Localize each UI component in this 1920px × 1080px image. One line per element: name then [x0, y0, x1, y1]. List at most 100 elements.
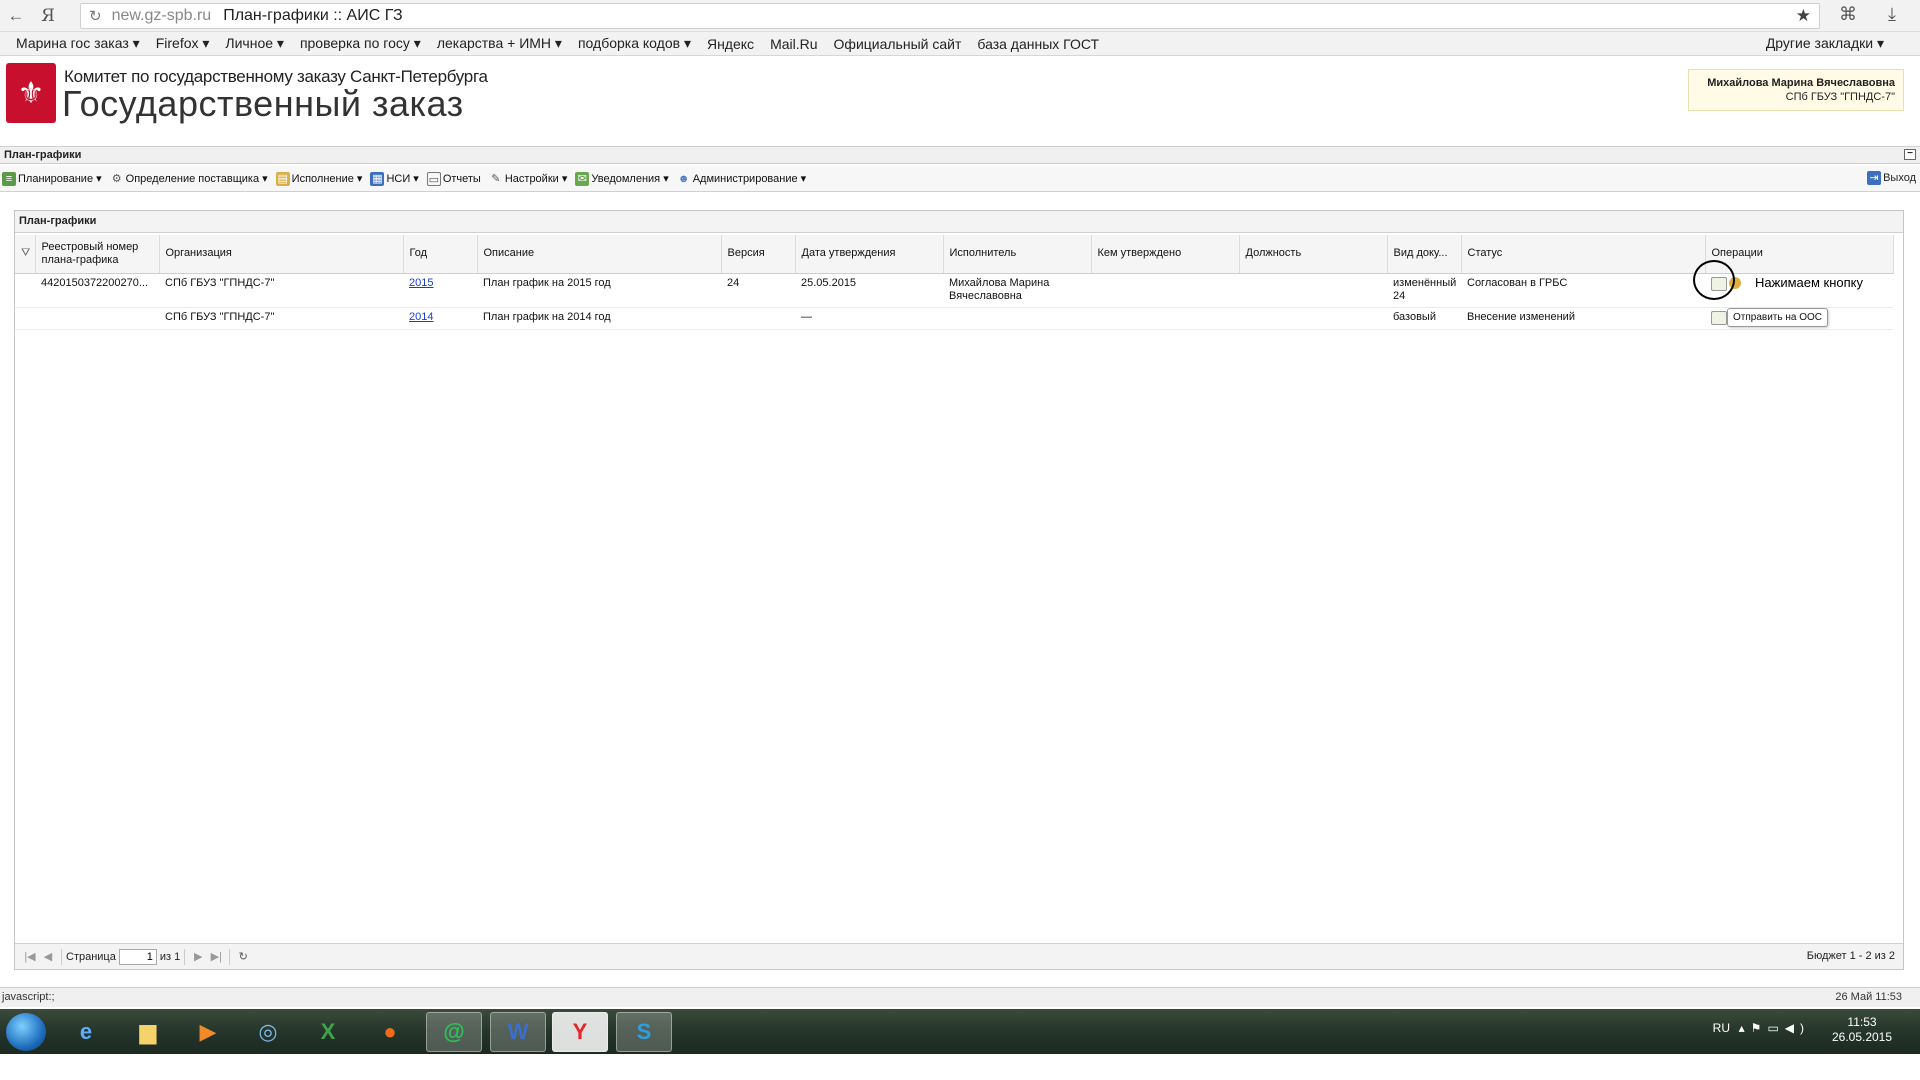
menu-settings[interactable]: ✎ Настройки ▾ — [489, 172, 567, 186]
first-page-icon[interactable]: |◀ — [21, 948, 39, 966]
address-bar[interactable]: ↻ new.gz-spb.ru План-графики :: АИС ГЗ ★ — [80, 3, 1820, 29]
col-header[interactable]: Статус — [1461, 235, 1706, 274]
page-input[interactable] — [118, 948, 157, 965]
menu-reports[interactable]: ▭ Отчеты — [426, 171, 481, 186]
cell-doc-type: изменённый 24 — [1387, 273, 1461, 308]
menu-supplier[interactable]: ⚙ Определение поставщика ▾ — [110, 172, 268, 186]
cell-desc: План график на 2015 год — [477, 273, 721, 308]
spb-coat-of-arms-logo: ⚜ — [6, 63, 56, 123]
bookmark-item[interactable]: лекарства + ИМН ▾ — [437, 35, 562, 52]
cell-position — [1239, 273, 1387, 308]
bookmark-item[interactable]: Личное ▾ — [225, 35, 284, 52]
col-header[interactable]: Исполнитель — [943, 235, 1092, 274]
clock[interactable]: 11:53 26.05.2015 — [1822, 1015, 1902, 1045]
explorer-icon[interactable]: ▆ — [120, 1012, 176, 1052]
col-header[interactable]: Реестровый номер плана-графика — [35, 235, 160, 274]
bookmark-item[interactable]: Firefox ▾ — [156, 35, 210, 52]
bookmark-item[interactable]: база данных ГОСТ — [977, 36, 1099, 52]
table-header-row: ⛛ Реестровый номер плана-графика Организ… — [15, 235, 1894, 274]
next-page-icon[interactable]: ▶ — [189, 948, 207, 966]
system-title: Государственный заказ — [62, 83, 464, 124]
panel-title: План-графики — [4, 149, 82, 161]
screen: ← Я ↻ new.gz-spb.ru План-графики :: АИС … — [0, 0, 1920, 1080]
logout-button[interactable]: ⇥ Выход — [1867, 171, 1916, 185]
yandex-browser-icon[interactable]: Y — [552, 1012, 608, 1052]
menu-admin[interactable]: ☻ Администрирование ▾ — [677, 172, 806, 186]
cell-executor — [943, 307, 1091, 330]
refresh-icon[interactable]: ↻ — [234, 948, 252, 966]
last-page-icon[interactable]: ▶| — [207, 948, 225, 966]
annotation-text: Нажимаем кнопку — [1755, 274, 1863, 290]
app-header: ⚜ Комитет по государственному заказу Сан… — [0, 57, 1920, 145]
menu-reference[interactable]: ▦ НСИ ▾ — [370, 171, 419, 186]
back-icon[interactable]: ← — [0, 0, 32, 32]
app-icon[interactable]: ◎ — [240, 1012, 296, 1052]
pager-info: Бюджет 1 - 2 из 2 — [1806, 950, 1895, 962]
bookmark-item[interactable]: проверка по госу ▾ — [300, 35, 421, 52]
table-row[interactable]: 4420150372200270... СПб ГБУЗ "ГПНДС-7" 2… — [15, 259, 1893, 308]
col-header[interactable]: Организация — [159, 235, 404, 274]
col-header[interactable]: Год — [403, 235, 478, 274]
col-header[interactable]: Версия — [721, 235, 796, 274]
cell-status: Согласован в ГРБС — [1461, 273, 1705, 308]
menu-planning[interactable]: ≡ Планирование ▾ — [2, 171, 102, 186]
notifications-icon: ✉ — [575, 171, 590, 186]
col-header[interactable]: Дата утверждения — [795, 235, 944, 274]
col-header[interactable]: Операции — [1705, 235, 1894, 274]
bookmark-item[interactable]: Марина гос заказ ▾ — [16, 35, 140, 52]
mail-agent-icon[interactable]: @ — [426, 1012, 482, 1052]
plan-schedules-grid-panel: План-графики ⛛ Реестровый номер плана-гр… — [14, 210, 1904, 970]
menu-notifications[interactable]: ✉ Уведомления ▾ — [575, 171, 669, 186]
bookmark-star-icon[interactable]: ★ — [1796, 6, 1811, 26]
cell-approved-by — [1091, 307, 1239, 330]
bookmark-item[interactable]: подборка кодов ▾ — [578, 35, 691, 52]
excel-icon[interactable]: X — [300, 1012, 356, 1052]
cell-date: 25.05.2015 — [795, 273, 943, 308]
word-icon[interactable]: W — [490, 1012, 546, 1052]
start-button-icon[interactable] — [6, 1013, 46, 1051]
cell-executor: Михайлова Марина Вячеславовна — [943, 273, 1091, 308]
address-page-title: План-графики :: АИС ГЗ — [223, 7, 403, 24]
prev-page-icon[interactable]: ◀ — [39, 948, 57, 966]
panel-title-bar: План-графики − — [0, 146, 1920, 164]
col-header[interactable]: Описание — [477, 235, 722, 274]
firefox-icon[interactable]: ● — [362, 1012, 418, 1052]
col-header[interactable]: Вид доку... — [1387, 235, 1462, 274]
cell-version: 24 — [721, 273, 795, 308]
cell-doc-type: базовый — [1387, 307, 1461, 330]
grid-title: План-графики — [15, 211, 1903, 233]
execution-icon: ▤ — [275, 171, 290, 186]
send-icon[interactable] — [1711, 310, 1727, 325]
filter-clear-icon[interactable]: ⛛ — [15, 235, 36, 274]
other-bookmarks[interactable]: Другие закладки ▾ — [1766, 35, 1884, 52]
user-info: Михайлова Марина Вячеславовна СПб ГБУЗ "… — [1688, 69, 1904, 111]
cell-operations: Нажимаем кнопку — [1693, 259, 1893, 308]
col-header[interactable]: Кем утверждено — [1091, 235, 1240, 274]
menu-execution[interactable]: ▤ Исполнение ▾ — [275, 171, 362, 186]
yandex-icon[interactable]: Я — [32, 0, 64, 32]
skype-icon[interactable]: S — [616, 1012, 672, 1052]
tray-icons[interactable]: ▴⚑▭◀) — [1739, 1021, 1810, 1035]
language-indicator[interactable]: RU — [1713, 1021, 1730, 1035]
cell-year: 2015 — [403, 273, 477, 308]
table-row[interactable]: СПб ГБУЗ "ГПНДС-7" 2014 План график на 2… — [15, 307, 1893, 330]
download-icon[interactable]: ⤓ — [1880, 4, 1904, 28]
collapse-icon[interactable]: − — [1904, 149, 1916, 160]
extensions-icon[interactable]: ⌘ — [1836, 4, 1860, 28]
col-header[interactable]: Должность — [1239, 235, 1388, 274]
ie-icon[interactable]: e — [58, 1012, 114, 1052]
media-player-icon[interactable]: ▶ — [180, 1012, 236, 1052]
year-link[interactable]: 2014 — [409, 311, 433, 323]
page-of-label: из 1 — [159, 950, 181, 963]
bookmark-item[interactable]: Официальный сайт — [834, 36, 962, 52]
bookmark-item[interactable]: Mail.Ru — [770, 36, 817, 52]
bookmark-item[interactable]: Яндекс — [707, 36, 754, 52]
cell-status: Внесение изменений — [1461, 307, 1705, 330]
logout-icon: ⇥ — [1867, 171, 1882, 185]
windows-taskbar: e ▆ ▶ ◎ X ● @ W Y S RU ▴⚑▭◀) 11:53 26.05… — [0, 1009, 1920, 1054]
planning-icon: ≡ — [2, 171, 16, 186]
tooltip-send-to-oos: Отправить на ООС — [1727, 307, 1829, 327]
refresh-icon[interactable]: ↻ — [89, 7, 102, 25]
year-link[interactable]: 2015 — [409, 277, 433, 289]
cell-operations: Отправить на ООС — [1705, 307, 1893, 330]
